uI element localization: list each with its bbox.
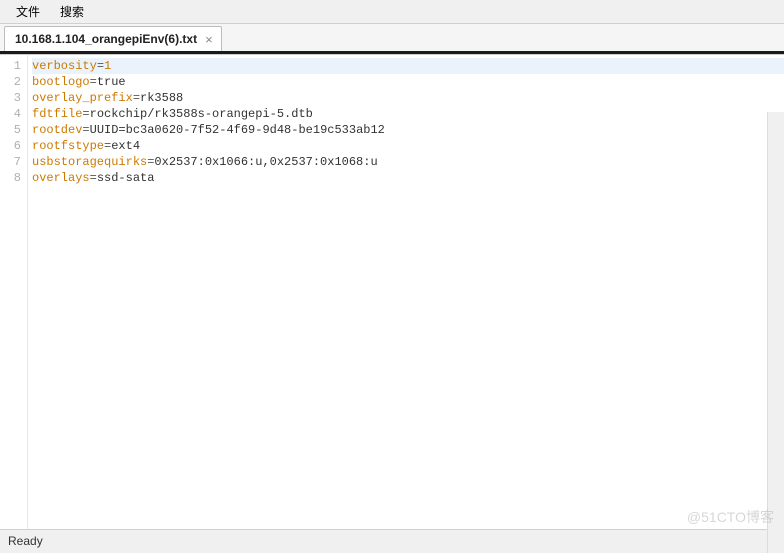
code-line: overlays=ssd-sata (32, 170, 784, 186)
line-number: 4 (0, 106, 21, 122)
line-number: 3 (0, 90, 21, 106)
line-number: 1 (0, 58, 21, 74)
close-icon[interactable]: × (205, 33, 213, 46)
tab-title: 10.168.1.104_orangepiEnv(6).txt (15, 32, 197, 46)
code-line: verbosity=1 (32, 58, 784, 74)
code-line: usbstoragequirks=0x2537:0x1066:u,0x2537:… (32, 154, 784, 170)
status-text: Ready (8, 534, 43, 548)
code-line: rootfstype=ext4 (32, 138, 784, 154)
code-editor[interactable]: verbosity=1 bootlogo=true overlay_prefix… (28, 55, 784, 529)
code-line: overlay_prefix=rk3588 (32, 90, 784, 106)
line-number: 7 (0, 154, 21, 170)
code-line: rootdev=UUID=bc3a0620-7f52-4f69-9d48-be1… (32, 122, 784, 138)
vertical-scrollbar[interactable] (767, 112, 784, 553)
menu-bar: 文件 搜索 (0, 0, 784, 24)
line-number: 6 (0, 138, 21, 154)
menu-file[interactable]: 文件 (6, 1, 50, 22)
line-number: 5 (0, 122, 21, 138)
tab-active[interactable]: 10.168.1.104_orangepiEnv(6).txt × (4, 26, 222, 51)
menu-search[interactable]: 搜索 (50, 1, 94, 22)
status-bar: Ready (0, 529, 784, 551)
line-number: 8 (0, 170, 21, 186)
tab-bar: 10.168.1.104_orangepiEnv(6).txt × (0, 24, 784, 54)
line-number: 2 (0, 74, 21, 90)
code-line: bootlogo=true (32, 74, 784, 90)
code-line: fdtfile=rockchip/rk3588s-orangepi-5.dtb (32, 106, 784, 122)
editor-area: 1 2 3 4 5 6 7 8 verbosity=1 bootlogo=tru… (0, 54, 784, 529)
line-number-gutter: 1 2 3 4 5 6 7 8 (0, 55, 28, 529)
